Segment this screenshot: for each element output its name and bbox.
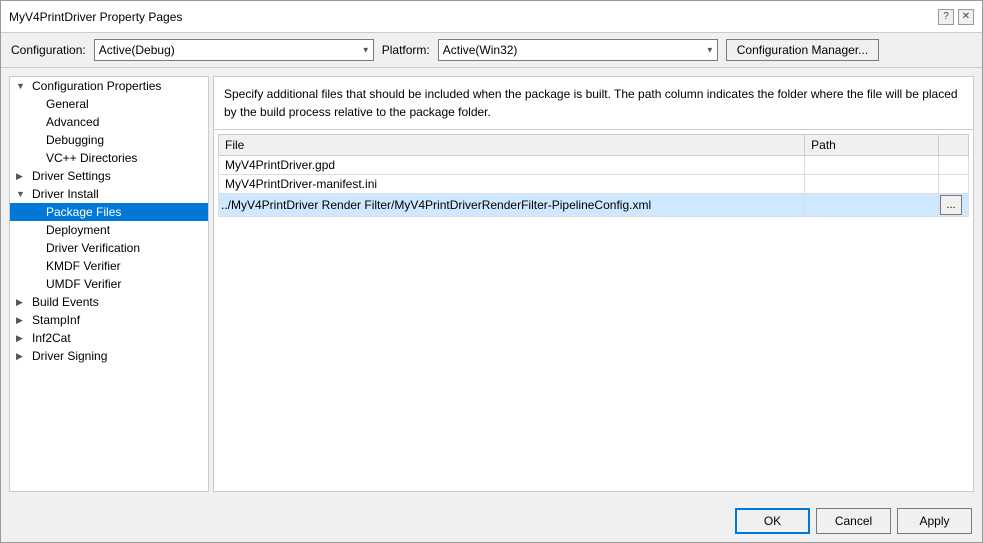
cancel-button[interactable]: Cancel: [816, 508, 891, 534]
sidebar-item-deployment[interactable]: Deployment: [10, 221, 208, 239]
sidebar-tree: ▼Configuration PropertiesGeneralAdvanced…: [9, 76, 209, 492]
sidebar-label-driver-install: Driver Install: [32, 187, 99, 201]
config-select-wrapper: Active(Debug): [94, 39, 374, 61]
table-row: MyV4PrintDriver.gpd: [219, 156, 969, 175]
sidebar-label-package-files: Package Files: [46, 205, 121, 219]
sidebar-item-package-files[interactable]: Package Files: [10, 203, 208, 221]
sidebar-item-inf2cat[interactable]: ▶Inf2Cat: [10, 329, 208, 347]
active-file-input[interactable]: [219, 195, 804, 215]
col-path: Path: [805, 135, 939, 156]
active-file-input-wrapper: [219, 195, 804, 215]
expander-icon-driver-signing: ▶: [16, 351, 30, 362]
cell-path-0[interactable]: [805, 156, 939, 175]
config-select[interactable]: Active(Debug): [94, 39, 374, 61]
sidebar-item-umdf-verifier[interactable]: UMDF Verifier: [10, 275, 208, 293]
ok-button[interactable]: OK: [735, 508, 810, 534]
sidebar-item-driver-signing[interactable]: ▶Driver Signing: [10, 347, 208, 365]
sidebar-label-kmdf-verifier: KMDF Verifier: [46, 259, 121, 273]
browse-button[interactable]: ...: [940, 195, 962, 215]
active-file-cell[interactable]: [219, 194, 805, 217]
sidebar-item-vc-dirs[interactable]: VC++ Directories: [10, 149, 208, 167]
sidebar-label-deployment: Deployment: [46, 223, 110, 237]
help-button[interactable]: ?: [938, 9, 954, 25]
main-window: MyV4PrintDriver Property Pages ? ✕ Confi…: [0, 0, 983, 543]
title-controls: ? ✕: [938, 9, 974, 25]
config-bar: Configuration: Active(Debug) Platform: A…: [1, 33, 982, 68]
cell-path-1[interactable]: [805, 175, 939, 194]
col-actions: [939, 135, 969, 156]
sidebar-item-kmdf-verifier[interactable]: KMDF Verifier: [10, 257, 208, 275]
sidebar-label-umdf-verifier: UMDF Verifier: [46, 277, 121, 291]
sidebar-item-debugging[interactable]: Debugging: [10, 131, 208, 149]
config-label: Configuration:: [11, 43, 86, 57]
sidebar-label-debugging: Debugging: [46, 133, 104, 147]
platform-label: Platform:: [382, 43, 430, 57]
apply-button[interactable]: Apply: [897, 508, 972, 534]
sidebar-label-stampinf: StampInf: [32, 313, 80, 327]
close-button[interactable]: ✕: [958, 9, 974, 25]
right-panel: Specify additional files that should be …: [213, 76, 974, 492]
sidebar-item-driver-verification[interactable]: Driver Verification: [10, 239, 208, 257]
expander-icon-driver-install: ▼: [16, 189, 30, 199]
sidebar-label-driver-settings: Driver Settings: [32, 169, 111, 183]
cell-action-1: [939, 175, 969, 194]
active-action-cell: ...: [939, 194, 969, 217]
table-row-active: ...: [219, 194, 969, 217]
title-bar: MyV4PrintDriver Property Pages ? ✕: [1, 1, 982, 33]
description-area: Specify additional files that should be …: [214, 77, 973, 130]
package-files-table: File Path MyV4PrintDriver.gpdMyV4PrintDr…: [218, 134, 969, 217]
expander-icon-stampinf: ▶: [16, 315, 30, 326]
main-content: ▼Configuration PropertiesGeneralAdvanced…: [1, 68, 982, 500]
cell-action-0: [939, 156, 969, 175]
sidebar-label-general: General: [46, 97, 89, 111]
sidebar-label-inf2cat: Inf2Cat: [32, 331, 71, 345]
config-manager-button[interactable]: Configuration Manager...: [726, 39, 879, 61]
sidebar-item-build-events[interactable]: ▶Build Events: [10, 293, 208, 311]
platform-select-wrapper: Active(Win32): [438, 39, 718, 61]
table-row: MyV4PrintDriver-manifest.ini: [219, 175, 969, 194]
sidebar-item-config-props[interactable]: ▼Configuration Properties: [10, 77, 208, 95]
sidebar-label-advanced: Advanced: [46, 115, 99, 129]
active-path-cell[interactable]: [805, 194, 939, 217]
bottom-bar: OK Cancel Apply: [1, 500, 982, 542]
cell-file-0[interactable]: MyV4PrintDriver.gpd: [219, 156, 805, 175]
sidebar-item-general[interactable]: General: [10, 95, 208, 113]
sidebar-label-config-props: Configuration Properties: [32, 79, 161, 93]
sidebar-label-vc-dirs: VC++ Directories: [46, 151, 137, 165]
grid-area: File Path MyV4PrintDriver.gpdMyV4PrintDr…: [214, 130, 973, 491]
sidebar-label-driver-signing: Driver Signing: [32, 349, 107, 363]
platform-select[interactable]: Active(Win32): [438, 39, 718, 61]
sidebar-item-driver-settings[interactable]: ▶Driver Settings: [10, 167, 208, 185]
sidebar-item-advanced[interactable]: Advanced: [10, 113, 208, 131]
window-title: MyV4PrintDriver Property Pages: [9, 10, 182, 24]
cell-file-1[interactable]: MyV4PrintDriver-manifest.ini: [219, 175, 805, 194]
description-text: Specify additional files that should be …: [224, 87, 958, 119]
col-file: File: [219, 135, 805, 156]
expander-icon-driver-settings: ▶: [16, 171, 30, 182]
expander-icon-inf2cat: ▶: [16, 333, 30, 344]
sidebar-label-driver-verification: Driver Verification: [46, 241, 140, 255]
expander-icon-config-props: ▼: [16, 81, 30, 91]
sidebar-item-driver-install[interactable]: ▼Driver Install: [10, 185, 208, 203]
expander-icon-build-events: ▶: [16, 297, 30, 308]
sidebar-label-build-events: Build Events: [32, 295, 99, 309]
sidebar-item-stampinf[interactable]: ▶StampInf: [10, 311, 208, 329]
